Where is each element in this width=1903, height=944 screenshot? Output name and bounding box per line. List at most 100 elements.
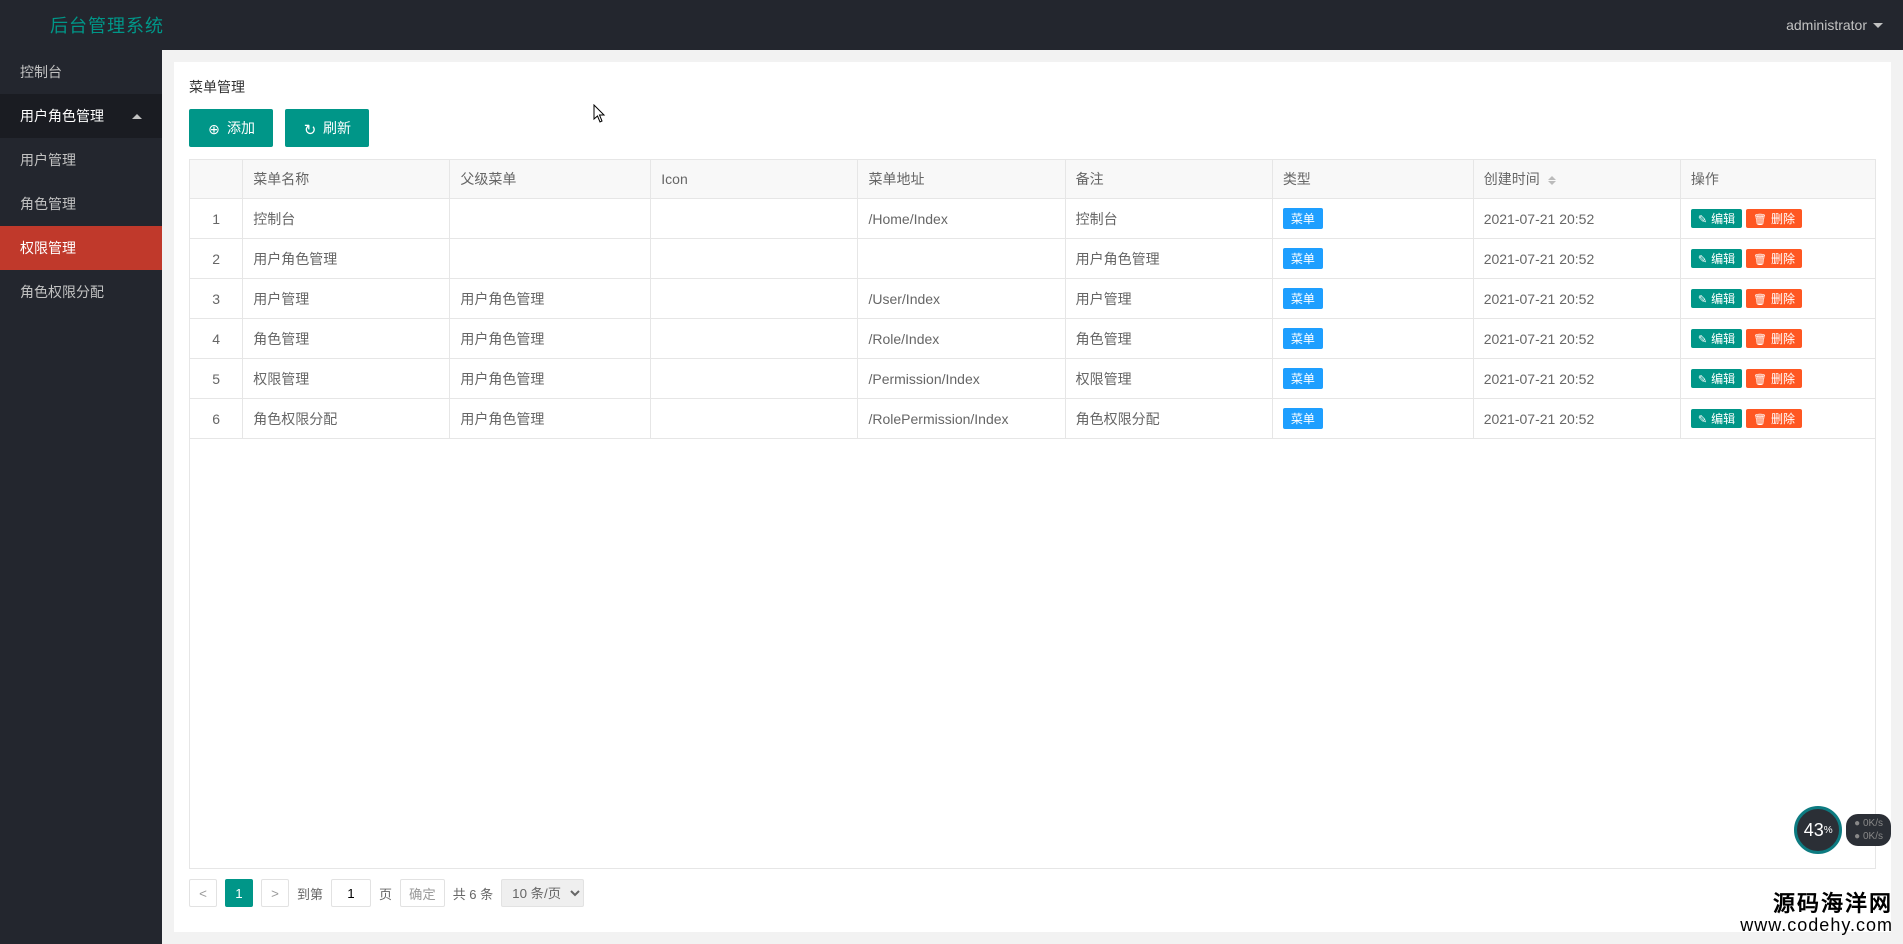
cell-type: 菜单 — [1272, 239, 1473, 279]
cell-url — [858, 239, 1065, 279]
cell-icon — [651, 199, 858, 239]
trash-icon — [1753, 412, 1767, 426]
cell-type: 菜单 — [1272, 399, 1473, 439]
sidebar: 控制台 用户角色管理 用户管理 角色管理 权限管理 角色权限分配 — [0, 50, 162, 944]
delete-button[interactable]: 删除 — [1746, 289, 1802, 308]
cell-remark: 用户管理 — [1065, 279, 1272, 319]
cell-time: 2021-07-21 20:52 — [1473, 319, 1680, 359]
goto-label-suffix: 页 — [379, 884, 392, 903]
cell-time: 2021-07-21 20:52 — [1473, 239, 1680, 279]
goto-confirm-button[interactable]: 确定 — [400, 879, 445, 907]
edit-button[interactable]: 编辑 — [1691, 249, 1742, 268]
cell-icon — [651, 279, 858, 319]
table-row: 4角色管理用户角色管理/Role/Index角色管理菜单2021-07-21 2… — [190, 319, 1875, 359]
sidebar-item-user-role-mgmt[interactable]: 用户角色管理 — [0, 94, 162, 138]
delete-button[interactable]: 删除 — [1746, 369, 1802, 388]
table-row: 1控制台/Home/Index控制台菜单2021-07-21 20:52编辑 删… — [190, 199, 1875, 239]
sidebar-item-user-mgmt[interactable]: 用户管理 — [0, 138, 162, 182]
type-tag: 菜单 — [1283, 368, 1323, 389]
type-tag: 菜单 — [1283, 208, 1323, 229]
cell-op: 编辑 删除 — [1680, 319, 1875, 359]
sidebar-item-permission-mgmt[interactable]: 权限管理 — [0, 226, 162, 270]
edit-icon — [1698, 212, 1707, 226]
trash-icon — [1753, 212, 1767, 226]
cell-index: 5 — [190, 359, 243, 399]
cell-remark: 角色管理 — [1065, 319, 1272, 359]
cell-name: 权限管理 — [243, 359, 450, 399]
cell-parent — [450, 199, 651, 239]
col-time[interactable]: 创建时间 — [1473, 160, 1680, 199]
cell-time: 2021-07-21 20:52 — [1473, 279, 1680, 319]
add-button[interactable]: 添加 — [189, 109, 273, 147]
caret-down-icon — [1873, 23, 1883, 28]
edit-button[interactable]: 编辑 — [1691, 329, 1742, 348]
col-index — [190, 160, 243, 199]
cell-remark: 用户角色管理 — [1065, 239, 1272, 279]
user-menu[interactable]: administrator — [1786, 17, 1883, 33]
cell-url: /Home/Index — [858, 199, 1065, 239]
cell-type: 菜单 — [1272, 279, 1473, 319]
delete-button[interactable]: 删除 — [1746, 249, 1802, 268]
cell-name: 角色权限分配 — [243, 399, 450, 439]
cell-op: 编辑 删除 — [1680, 239, 1875, 279]
cell-url: /User/Index — [858, 279, 1065, 319]
col-url[interactable]: 菜单地址 — [858, 160, 1065, 199]
sidebar-item-console[interactable]: 控制台 — [0, 50, 162, 94]
user-name: administrator — [1786, 17, 1867, 33]
cell-parent: 用户角色管理 — [450, 359, 651, 399]
delete-button[interactable]: 删除 — [1746, 409, 1802, 428]
col-parent[interactable]: 父级菜单 — [450, 160, 651, 199]
cell-op: 编辑 删除 — [1680, 359, 1875, 399]
cell-parent — [450, 239, 651, 279]
data-table: 菜单名称 父级菜单 Icon 菜单地址 备注 类型 创建时间 操作 — [189, 159, 1876, 869]
edit-button[interactable]: 编辑 — [1691, 289, 1742, 308]
cell-parent: 用户角色管理 — [450, 319, 651, 359]
page-number-button[interactable]: 1 — [225, 879, 253, 907]
cell-index: 1 — [190, 199, 243, 239]
cell-time: 2021-07-21 20:52 — [1473, 399, 1680, 439]
goto-page-input[interactable] — [331, 879, 371, 907]
edit-button[interactable]: 编辑 — [1691, 209, 1742, 228]
cell-remark: 控制台 — [1065, 199, 1272, 239]
main-content: 菜单管理 添加 刷新 菜单名称 父级菜单 — [162, 50, 1903, 944]
cell-url: /Permission/Index — [858, 359, 1065, 399]
page-next-button[interactable]: > — [261, 879, 289, 907]
cell-url: /Role/Index — [858, 319, 1065, 359]
col-name[interactable]: 菜单名称 — [243, 160, 450, 199]
header: 后台管理系统 administrator — [0, 0, 1903, 50]
pagesize-select[interactable]: 10 条/页 — [501, 879, 584, 907]
cell-remark: 权限管理 — [1065, 359, 1272, 399]
plus-icon — [207, 121, 221, 135]
sidebar-item-role-mgmt[interactable]: 角色管理 — [0, 182, 162, 226]
col-icon[interactable]: Icon — [651, 160, 858, 199]
cell-op: 编辑 删除 — [1680, 199, 1875, 239]
table-row: 3用户管理用户角色管理/User/Index用户管理菜单2021-07-21 2… — [190, 279, 1875, 319]
cell-icon — [651, 359, 858, 399]
pagination: < 1 > 到第 页 确定 共 6 条 10 条/页 — [189, 869, 1876, 917]
edit-icon — [1698, 412, 1707, 426]
sidebar-item-role-permission[interactable]: 角色权限分配 — [0, 270, 162, 314]
table-header-row: 菜单名称 父级菜单 Icon 菜单地址 备注 类型 创建时间 操作 — [190, 160, 1875, 199]
type-tag: 菜单 — [1283, 288, 1323, 309]
edit-button[interactable]: 编辑 — [1691, 369, 1742, 388]
type-tag: 菜单 — [1283, 408, 1323, 429]
col-remark[interactable]: 备注 — [1065, 160, 1272, 199]
table-row: 2用户角色管理用户角色管理菜单2021-07-21 20:52编辑 删除 — [190, 239, 1875, 279]
page-prev-button[interactable]: < — [189, 879, 217, 907]
cell-time: 2021-07-21 20:52 — [1473, 199, 1680, 239]
goto-label-prefix: 到第 — [297, 884, 323, 903]
edit-button[interactable]: 编辑 — [1691, 409, 1742, 428]
type-tag: 菜单 — [1283, 248, 1323, 269]
refresh-icon — [303, 121, 317, 135]
cell-index: 3 — [190, 279, 243, 319]
cell-type: 菜单 — [1272, 319, 1473, 359]
total-count: 共 6 条 — [453, 884, 493, 903]
delete-button[interactable]: 删除 — [1746, 209, 1802, 228]
page-title: 菜单管理 — [189, 77, 1876, 97]
cell-index: 6 — [190, 399, 243, 439]
cell-icon — [651, 239, 858, 279]
col-type[interactable]: 类型 — [1272, 160, 1473, 199]
sort-icon — [1548, 176, 1556, 185]
delete-button[interactable]: 删除 — [1746, 329, 1802, 348]
refresh-button[interactable]: 刷新 — [285, 109, 369, 147]
